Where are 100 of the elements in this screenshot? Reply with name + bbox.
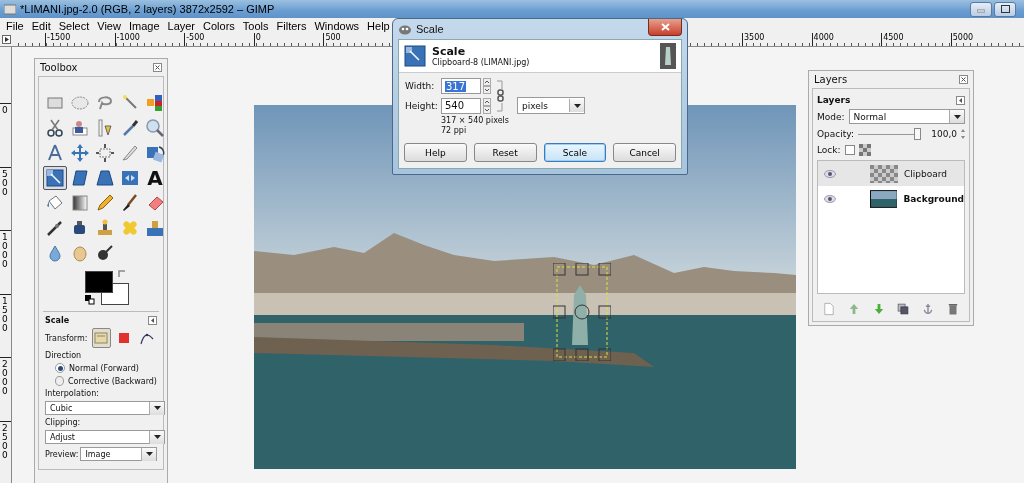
ruler-label: 4000 xyxy=(813,33,834,42)
clipping-dropdown[interactable]: Adjust xyxy=(45,430,165,444)
close-button[interactable] xyxy=(648,19,682,36)
transform-label: Transform: xyxy=(45,333,88,343)
ruler-label: 1000 xyxy=(1,231,9,269)
slider-thumb[interactable] xyxy=(914,128,922,140)
caret-icon xyxy=(573,103,581,108)
interpolation-dropdown[interactable]: Cubic xyxy=(45,401,165,415)
pen-nib-icon xyxy=(95,118,115,138)
layer-thumbnail xyxy=(870,164,898,183)
swap-colors-icon[interactable] xyxy=(117,269,127,279)
height-value: 540 xyxy=(445,100,465,111)
menu-item[interactable]: Select xyxy=(54,19,94,32)
width-field[interactable]: 317 xyxy=(441,78,481,94)
layer-row[interactable]: Background xyxy=(818,186,964,211)
ruler-label: 1500 xyxy=(1,294,9,333)
scissors-icon xyxy=(45,118,65,138)
dialog-button[interactable]: Reset xyxy=(473,143,537,162)
scale-icon xyxy=(404,45,426,67)
zoom-icon xyxy=(145,118,165,138)
menu-item[interactable]: Colors xyxy=(199,19,239,32)
close-icon[interactable] xyxy=(153,63,162,72)
eye-icon[interactable] xyxy=(824,194,836,203)
tool-button[interactable] xyxy=(43,166,67,190)
menu-item[interactable]: Windows xyxy=(310,19,364,32)
tool-options-title: Scale xyxy=(45,316,70,325)
eye-icon[interactable] xyxy=(824,169,836,178)
compass-icon xyxy=(45,143,65,163)
ruler-label: -1000 xyxy=(116,33,140,42)
minimize-button[interactable] xyxy=(970,1,992,17)
app-icon xyxy=(398,23,412,35)
spin-arrows-icon[interactable] xyxy=(483,78,491,94)
panel-menu-icon[interactable] xyxy=(148,316,157,325)
radio-label: Corrective (Backward) xyxy=(68,376,157,386)
direction-label: Direction xyxy=(45,351,83,360)
lock-checkbox[interactable] xyxy=(844,145,855,155)
height-label: Height: xyxy=(405,100,439,111)
lock-label: Lock: xyxy=(817,145,841,155)
menu-item[interactable]: Filters xyxy=(272,19,311,32)
menu-item[interactable]: Tools xyxy=(238,19,273,32)
width-value: 317 xyxy=(445,80,467,92)
dialog-button[interactable]: Help xyxy=(404,143,467,162)
menu-item[interactable]: Image xyxy=(124,19,164,32)
menu-item[interactable]: View xyxy=(93,19,125,32)
menu-item[interactable]: Help xyxy=(363,19,394,32)
foreground-select-icon xyxy=(70,118,90,138)
layer-mode-icon xyxy=(94,331,109,345)
ellipse-select-icon xyxy=(70,93,90,113)
pencil-icon xyxy=(95,193,115,213)
dialog-button[interactable]: Cancel xyxy=(613,143,676,162)
path-mode-icon xyxy=(140,331,155,345)
tool-button[interactable] xyxy=(93,141,117,165)
layer-row[interactable]: Clipboard xyxy=(818,161,964,186)
dialog-subtitle: Clipboard-8 (LIMANI.jpg) xyxy=(432,58,530,67)
ruler-label: 3500 xyxy=(743,33,765,42)
selection-mode-icon xyxy=(117,331,132,345)
panel-title: Toolbox xyxy=(40,62,78,73)
resolution-info: 72 ppi xyxy=(441,126,468,136)
menu-item[interactable]: Layer xyxy=(163,19,200,32)
ruler-label: 4500 xyxy=(883,33,904,42)
foreground-color-swatch[interactable] xyxy=(85,271,113,293)
dodge-icon xyxy=(95,243,115,263)
opacity-value: 100,0 xyxy=(931,129,957,139)
mode-dropdown[interactable]: Normal xyxy=(848,109,965,124)
dialog-heading: Scale xyxy=(432,45,467,58)
maximize-button[interactable] xyxy=(994,1,1016,17)
height-field[interactable]: 540 xyxy=(441,97,481,114)
stamp-icon xyxy=(95,218,115,238)
default-colors-icon[interactable] xyxy=(85,295,95,305)
preview-dropdown[interactable]: Image xyxy=(80,447,157,461)
chain-icon[interactable] xyxy=(495,79,505,113)
close-icon[interactable] xyxy=(959,75,968,84)
ruler-label: 2000 xyxy=(1,358,9,396)
spin-arrows-icon[interactable] xyxy=(961,129,965,139)
caret-icon xyxy=(953,114,961,119)
size-info: 317 × 540 pixels xyxy=(441,116,510,126)
radio-button[interactable] xyxy=(55,363,65,373)
transform-handles-drawing[interactable] xyxy=(553,263,611,361)
spin-arrows-icon[interactable] xyxy=(483,97,491,114)
radio-label: Normal (Forward) xyxy=(69,363,139,373)
ruler-label: -500 xyxy=(186,33,205,42)
ruler-menu-icon[interactable] xyxy=(1,35,11,44)
radio-button[interactable] xyxy=(55,376,65,386)
maximize-icon xyxy=(1000,5,1010,13)
lock-alpha-icon[interactable] xyxy=(858,144,871,156)
panel-menu-icon[interactable] xyxy=(956,95,965,105)
color-squares-icon xyxy=(145,93,165,113)
preview-label: Preview: xyxy=(45,449,79,459)
app-icon xyxy=(4,3,16,15)
layer-thumbnail xyxy=(869,189,898,208)
unit-dropdown[interactable]: pixels xyxy=(517,97,585,114)
menu-item[interactable]: File xyxy=(2,19,28,32)
dialog-button[interactable]: Scale xyxy=(543,143,607,162)
panel-heading: Layers xyxy=(817,95,851,105)
menu-item[interactable]: Edit xyxy=(27,19,55,32)
ruler-label: 5000 xyxy=(952,33,974,42)
perspective-stamp-icon xyxy=(145,218,165,238)
duplicate-layer-icon[interactable] xyxy=(896,301,911,317)
perspective-icon xyxy=(95,168,115,188)
ruler-label: 0 xyxy=(1,104,9,115)
